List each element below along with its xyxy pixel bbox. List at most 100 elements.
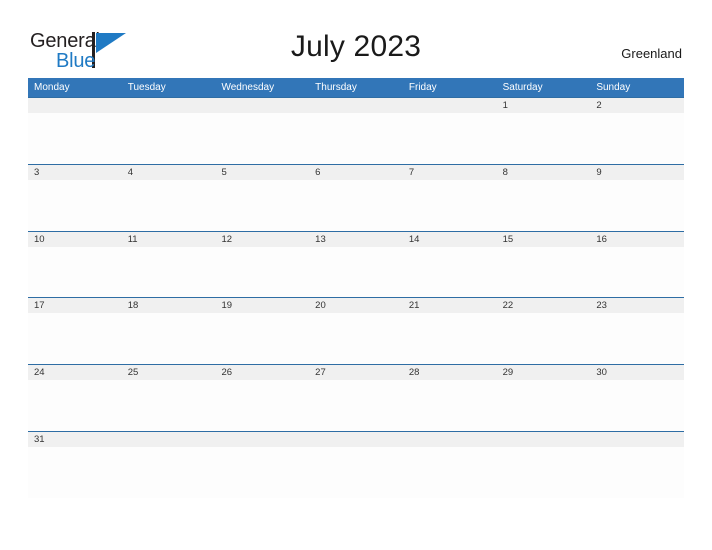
day-number: 4 <box>127 166 134 178</box>
calendar-day-cell[interactable]: 13 <box>309 231 403 298</box>
calendar-day-cell[interactable]: 14 <box>402 231 497 298</box>
calendar-day-cell[interactable]: 29 <box>496 365 591 431</box>
day-number: 20 <box>315 300 326 312</box>
calendar-day-cell[interactable]: 10 <box>28 231 122 298</box>
day-number: 13 <box>315 233 326 245</box>
day-number: 31 <box>34 433 45 445</box>
calendar-day-cell[interactable] <box>28 98 122 164</box>
day-number: 7 <box>408 166 415 178</box>
calendar-day-cell[interactable]: 9 <box>590 164 685 231</box>
calendar-week-row: 24 25 26 27 28 29 30 <box>28 364 685 431</box>
calendar-day-cell[interactable] <box>590 431 685 498</box>
weekday-header-row: Monday Tuesday Wednesday Thursday Friday… <box>28 78 684 97</box>
day-number: 25 <box>127 367 139 379</box>
calendar-week-row: 1 2 <box>28 97 685 164</box>
page-header: General Blue July 2023 Greenland <box>0 0 712 78</box>
day-number: 5 <box>221 166 227 178</box>
calendar-day-cell[interactable] <box>402 98 497 164</box>
calendar-day-cell[interactable]: 27 <box>309 365 403 431</box>
calendar-day-cell[interactable]: 24 <box>28 365 122 431</box>
day-number-strip <box>590 164 685 180</box>
day-number: 30 <box>596 367 607 379</box>
calendar-day-cell[interactable]: 23 <box>590 298 685 364</box>
calendar-day-cell[interactable]: 16 <box>590 231 685 298</box>
day-number: 10 <box>34 233 45 245</box>
calendar-day-cell[interactable]: 28 <box>402 365 497 431</box>
calendar-day-cell[interactable]: 8 <box>496 164 591 231</box>
day-number: 24 <box>34 367 45 379</box>
calendar-day-cell[interactable]: 6 <box>309 164 403 231</box>
calendar-day-cell[interactable]: 17 <box>28 298 122 364</box>
day-number: 18 <box>127 300 139 312</box>
calendar-day-cell[interactable]: 26 <box>215 365 310 431</box>
day-number: 19 <box>221 300 233 312</box>
day-number: 1 <box>502 100 508 111</box>
country-label: Greenland <box>621 46 682 61</box>
day-number-strip <box>496 98 591 113</box>
day-number-strip <box>121 431 216 447</box>
calendar-day-cell[interactable] <box>402 431 497 498</box>
calendar-day-cell[interactable]: 5 <box>215 164 310 231</box>
calendar-day-cell[interactable]: 18 <box>121 298 216 364</box>
day-number: 9 <box>596 166 602 178</box>
weekday-header-sunday: Sunday <box>596 82 631 93</box>
day-number-strip <box>309 98 403 113</box>
page-title: July 2023 <box>290 30 422 63</box>
day-number: 28 <box>408 367 420 379</box>
calendar-day-cell[interactable]: 22 <box>496 298 591 364</box>
day-number-strip <box>402 164 497 180</box>
day-number-strip <box>121 98 216 113</box>
day-number-strip <box>309 164 403 180</box>
day-number: 6 <box>315 166 321 178</box>
day-number-strip <box>215 431 310 447</box>
calendar-grid: Monday Tuesday Wednesday Thursday Friday… <box>28 78 685 498</box>
weekday-header-thursday: Thursday <box>315 82 357 93</box>
calendar-day-cell[interactable] <box>121 431 216 498</box>
calendar-day-cell[interactable]: 20 <box>309 298 403 364</box>
day-number: 2 <box>596 100 602 111</box>
calendar-day-cell[interactable]: 30 <box>590 365 685 431</box>
day-number: 27 <box>315 367 326 379</box>
day-number-strip <box>496 431 591 447</box>
day-number: 23 <box>596 300 607 312</box>
calendar-day-cell[interactable]: 31 <box>28 431 122 498</box>
calendar-day-cell[interactable] <box>496 431 591 498</box>
calendar-week-row: 10 11 12 13 14 15 16 <box>28 230 685 298</box>
day-number: 3 <box>34 166 40 178</box>
weekday-header-saturday: Saturday <box>502 82 543 93</box>
weekday-header-friday: Friday <box>408 82 437 93</box>
calendar-day-cell[interactable] <box>309 98 403 164</box>
calendar-week-row: 17 18 19 20 21 22 23 <box>28 297 685 365</box>
day-number: 12 <box>221 233 233 245</box>
day-number-strip <box>402 431 497 447</box>
calendar-day-cell[interactable]: 15 <box>496 231 591 298</box>
calendar-day-cell[interactable]: 25 <box>121 365 216 431</box>
day-number-strip <box>590 431 685 447</box>
day-number-strip <box>28 98 122 113</box>
calendar-day-cell[interactable]: 19 <box>215 298 310 364</box>
calendar-day-cell[interactable] <box>309 431 403 498</box>
calendar-day-cell[interactable]: 4 <box>121 164 216 231</box>
weekday-header-wednesday: Wednesday <box>221 82 275 93</box>
day-number: 22 <box>502 300 514 312</box>
calendar-day-cell[interactable]: 11 <box>121 231 216 298</box>
day-number: 14 <box>408 233 420 245</box>
day-number-strip <box>28 164 122 180</box>
calendar-day-cell[interactable]: 1 <box>496 98 591 164</box>
day-number-strip <box>215 98 310 113</box>
day-number: 16 <box>596 233 607 245</box>
weekday-header-tuesday: Tuesday <box>127 82 166 93</box>
day-number: 11 <box>127 233 138 245</box>
calendar-day-cell[interactable] <box>215 98 310 164</box>
calendar-day-cell[interactable]: 12 <box>215 231 310 298</box>
calendar-day-cell[interactable]: 3 <box>28 164 122 231</box>
calendar-week-row: 31 <box>28 430 685 498</box>
day-number: 8 <box>502 166 508 178</box>
day-number: 29 <box>502 367 514 379</box>
calendar-day-cell[interactable] <box>121 98 216 164</box>
calendar-day-cell[interactable]: 21 <box>402 298 497 364</box>
calendar-day-cell[interactable]: 7 <box>402 164 497 231</box>
day-number-strip <box>121 164 216 180</box>
calendar-day-cell[interactable]: 2 <box>590 98 685 164</box>
calendar-day-cell[interactable] <box>215 431 310 498</box>
